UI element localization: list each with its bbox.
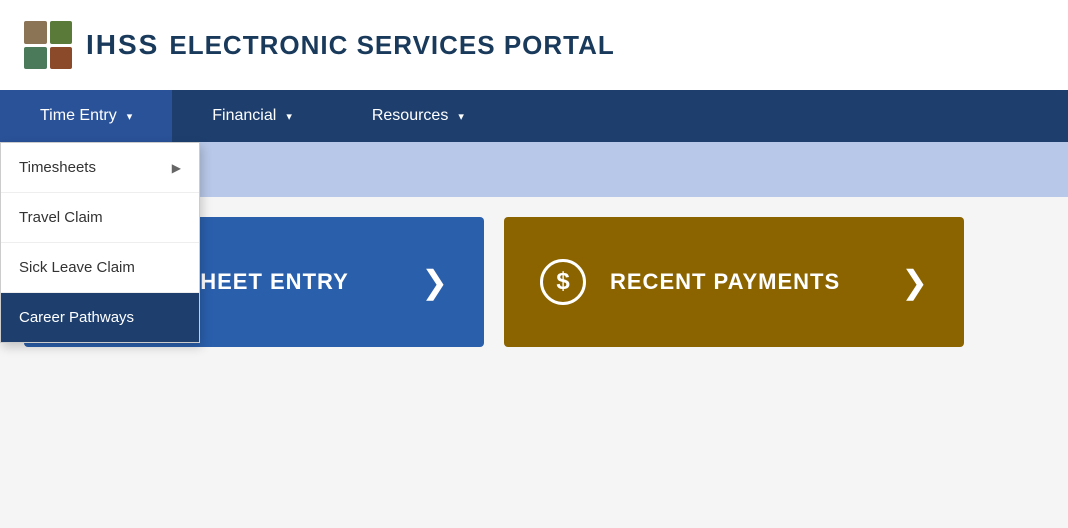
timesheet-entry-chevron: ❯ xyxy=(421,263,448,301)
dropdown-label-travel-claim: Travel Claim xyxy=(19,209,103,226)
nav-arrow-financial: ▾ xyxy=(286,110,292,123)
recent-payments-label: RECENT PAYMENTS xyxy=(610,269,877,295)
dropdown-label-career-pathways: Career Pathways xyxy=(19,309,134,326)
logo-cell-1 xyxy=(24,21,47,44)
payments-icon: $ xyxy=(540,259,586,305)
dropdown-label-timesheets: Timesheets xyxy=(19,159,96,176)
nav-item-time-entry[interactable]: Time Entry ▾ Timesheets ▶ Travel Claim S… xyxy=(0,90,172,142)
dropdown-menu: Timesheets ▶ Travel Claim Sick Leave Cla… xyxy=(0,142,200,343)
recent-payments-chevron: ❯ xyxy=(901,263,928,301)
brand-ihss: IHSS xyxy=(86,29,159,61)
navbar: Time Entry ▾ Timesheets ▶ Travel Claim S… xyxy=(0,90,1068,142)
nav-arrow-time-entry: ▾ xyxy=(127,110,133,123)
nav-label-time-entry: Time Entry xyxy=(40,107,117,125)
logo-cell-2 xyxy=(50,21,73,44)
logo xyxy=(24,21,72,69)
dropdown-item-career-pathways[interactable]: Career Pathways xyxy=(1,293,199,342)
nav-label-resources: Resources xyxy=(372,107,448,125)
nav-arrow-resources: ▾ xyxy=(458,110,464,123)
header: IHSS ELECTRONIC SERVICES PORTAL xyxy=(0,0,1068,90)
dropdown-item-sick-leave[interactable]: Sick Leave Claim xyxy=(1,243,199,293)
nav-item-financial[interactable]: Financial ▾ xyxy=(172,90,332,142)
dollar-circle-icon: $ xyxy=(540,259,586,305)
dollar-sign: $ xyxy=(556,268,569,296)
logo-cell-3 xyxy=(24,47,47,70)
logo-cell-4 xyxy=(50,47,73,70)
dropdown-label-sick-leave: Sick Leave Claim xyxy=(19,259,135,276)
brand-subtitle: ELECTRONIC SERVICES PORTAL xyxy=(169,30,614,61)
submenu-arrow-timesheets: ▶ xyxy=(172,161,181,175)
nav-label-financial: Financial xyxy=(212,107,276,125)
dropdown-item-timesheets[interactable]: Timesheets ▶ xyxy=(1,143,199,193)
recent-payments-card[interactable]: $ RECENT PAYMENTS ❯ xyxy=(504,217,964,347)
brand: IHSS ELECTRONIC SERVICES PORTAL xyxy=(86,29,615,61)
dropdown-item-travel-claim[interactable]: Travel Claim xyxy=(1,193,199,243)
nav-item-resources[interactable]: Resources ▾ xyxy=(332,90,504,142)
